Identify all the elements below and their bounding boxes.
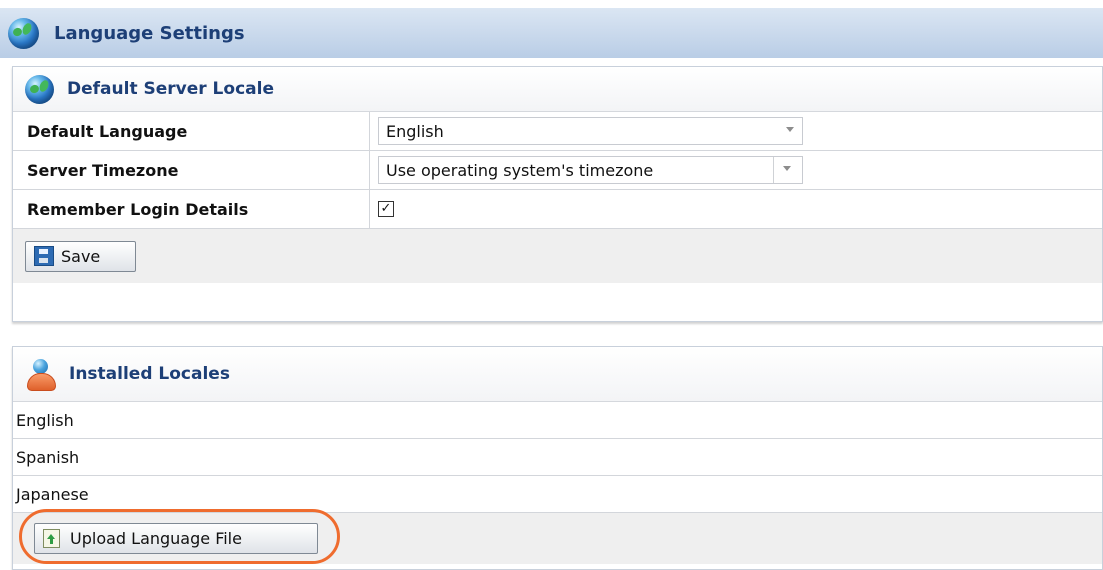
default-language-label: Default Language [13,112,370,150]
globe-icon [8,17,39,49]
dropdown-button[interactable] [773,157,802,183]
installed-locales-panel: Installed Locales English Spanish Japane… [12,346,1103,570]
page-header: Language Settings [0,8,1103,58]
server-timezone-label: Server Timezone [13,151,370,189]
default-server-locale-panel: Default Server Locale Default Language E… [12,66,1103,322]
default-language-value-cell: English [370,112,1102,150]
default-language-row: Default Language English [13,112,1102,151]
chevron-down-icon [783,166,791,171]
remember-login-label: Remember Login Details [13,190,370,228]
page-title: Language Settings [54,22,245,44]
server-timezone-selected-value: Use operating system's timezone [386,160,654,180]
user-icon [25,358,56,391]
default-server-locale-header: Default Server Locale [13,67,1102,112]
installed-locales-header: Installed Locales [13,347,1102,402]
remember-login-row: Remember Login Details ✓ [13,190,1102,229]
default-language-select[interactable]: English [378,117,803,145]
save-button-label: Save [61,246,101,266]
server-timezone-row: Server Timezone Use operating system's t… [13,151,1102,190]
remember-login-value-cell: ✓ [370,190,1102,228]
globe-icon [25,74,54,104]
upload-file-icon [43,529,60,548]
default-language-selected-value: English [386,121,444,141]
highlight-oval [19,509,340,564]
locale-item[interactable]: English [13,402,1102,439]
default-server-locale-actions: Save [13,229,1102,283]
default-server-locale-title: Default Server Locale [67,79,274,99]
save-button[interactable]: Save [25,240,136,272]
installed-locales-actions: Upload Language File [13,509,1102,564]
chevron-down-icon [786,127,794,132]
user-head-icon-part [33,358,48,374]
locale-item[interactable]: Spanish [13,439,1102,476]
user-body-icon-part [27,372,56,391]
installed-locales-title: Installed Locales [69,364,230,384]
server-timezone-value-cell: Use operating system's timezone [370,151,1102,189]
floppy-disk-icon [34,246,54,266]
remember-login-checkbox[interactable]: ✓ [378,201,394,217]
server-timezone-select[interactable]: Use operating system's timezone [378,156,803,184]
checkmark-icon: ✓ [380,201,392,216]
locale-item[interactable]: Japanese [13,476,1102,513]
